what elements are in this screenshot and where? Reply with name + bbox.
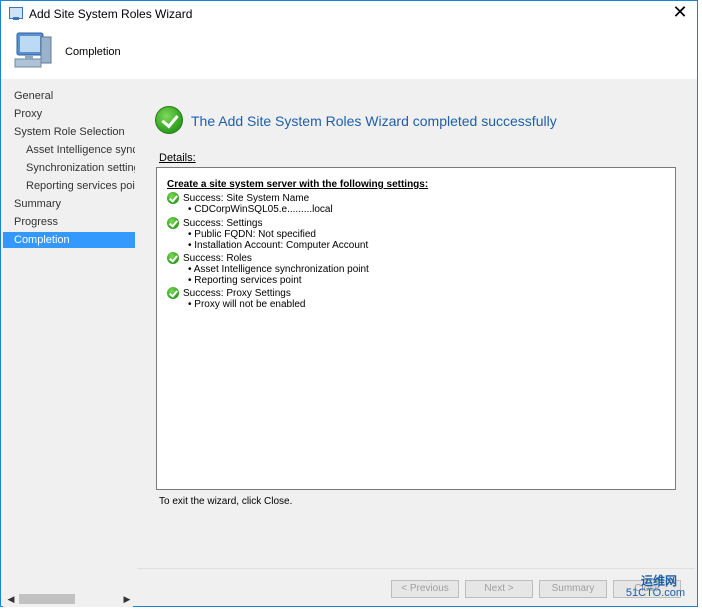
scroll-right-icon[interactable]: ▶ — [121, 591, 133, 607]
nav-horizontal-scrollbar[interactable]: ◀ ▶ — [3, 591, 133, 607]
page-heading: Completion — [65, 46, 121, 58]
nav-item-synchronization-settings[interactable]: Synchronization settings — [3, 160, 135, 176]
section-bullet: • Proxy will not be enabled — [188, 299, 306, 310]
success-check-icon — [167, 217, 179, 229]
nav-item-system-role-selection[interactable]: System Role Selection — [3, 124, 135, 140]
scroll-thumb[interactable] — [19, 594, 75, 604]
success-check-icon — [155, 106, 183, 134]
success-check-icon — [167, 192, 179, 204]
wizard-header: Completion — [1, 27, 697, 79]
section-title: Success: Roles — [183, 253, 252, 264]
nav-item-progress[interactable]: Progress — [3, 214, 135, 230]
scroll-left-icon[interactable]: ◀ — [5, 591, 17, 607]
title-bar: Add Site System Roles Wizard ✕ — [1, 1, 697, 27]
wizard-nav: General Proxy System Role Selection Asse… — [3, 79, 135, 606]
nav-item-summary[interactable]: Summary — [3, 196, 135, 212]
previous-button[interactable]: < Previous — [391, 580, 459, 598]
exit-instructions: To exit the wizard, click Close. — [159, 496, 293, 507]
section-bullet: • Reporting services point — [188, 275, 302, 286]
section-title: Success: Settings — [183, 218, 263, 229]
button-bar: < Previous Next > Summary Close 运维网 51CT… — [137, 568, 695, 606]
bullet-text: CDCorpWinSQL05.e.........local — [194, 204, 333, 215]
success-check-icon — [167, 287, 179, 299]
nav-item-completion[interactable]: Completion — [3, 232, 135, 248]
section-bullet: • Asset Intelligence synchronization poi… — [188, 264, 369, 275]
details-header: Create a site system server with the fol… — [167, 179, 429, 190]
next-button[interactable]: Next > — [465, 580, 533, 598]
success-title: The Add Site System Roles Wizard complet… — [191, 113, 557, 129]
details-label: Details: — [159, 152, 196, 164]
nav-item-asset-intelligence[interactable]: Asset Intelligence synchro — [3, 142, 135, 158]
content-pane: The Add Site System Roles Wizard complet… — [137, 79, 695, 568]
nav-item-general[interactable]: General — [3, 88, 135, 104]
body-area: General Proxy System Role Selection Asse… — [1, 79, 697, 607]
bullet-text: Public FQDN: Not specified — [194, 229, 316, 240]
bullet-text: Asset Intelligence synchronization point — [193, 264, 369, 275]
watermark-logo: 运维网 51CTO.com — [579, 572, 685, 602]
wizard-window: Add Site System Roles Wizard ✕ Completio… — [0, 0, 698, 607]
close-window-button[interactable]: ✕ — [667, 1, 693, 25]
nav-item-proxy[interactable]: Proxy — [3, 106, 135, 122]
bullet-text: Installation Account: Computer Account — [194, 240, 369, 251]
details-box[interactable]: Create a site system server with the fol… — [156, 167, 676, 490]
wizard-app-icon — [9, 7, 23, 20]
window-title: Add Site System Roles Wizard — [29, 7, 193, 21]
section-bullet: • CDCorpWinSQL05.e.........local — [188, 204, 333, 215]
section-title: Success: Site System Name — [183, 193, 310, 204]
section-title: Success: Proxy Settings — [183, 288, 291, 299]
computer-icon — [14, 32, 52, 68]
details-label-text: Details: — [159, 152, 196, 164]
bullet-text: Reporting services point — [194, 275, 302, 286]
nav-item-reporting-services-point[interactable]: Reporting services point — [3, 178, 135, 194]
watermark-bottom: 51CTO.com — [625, 587, 685, 599]
success-check-icon — [167, 252, 179, 264]
section-bullet: • Installation Account: Computer Account — [188, 240, 369, 251]
section-bullet: • Public FQDN: Not specified — [188, 229, 316, 240]
bullet-text: Proxy will not be enabled — [194, 299, 306, 310]
